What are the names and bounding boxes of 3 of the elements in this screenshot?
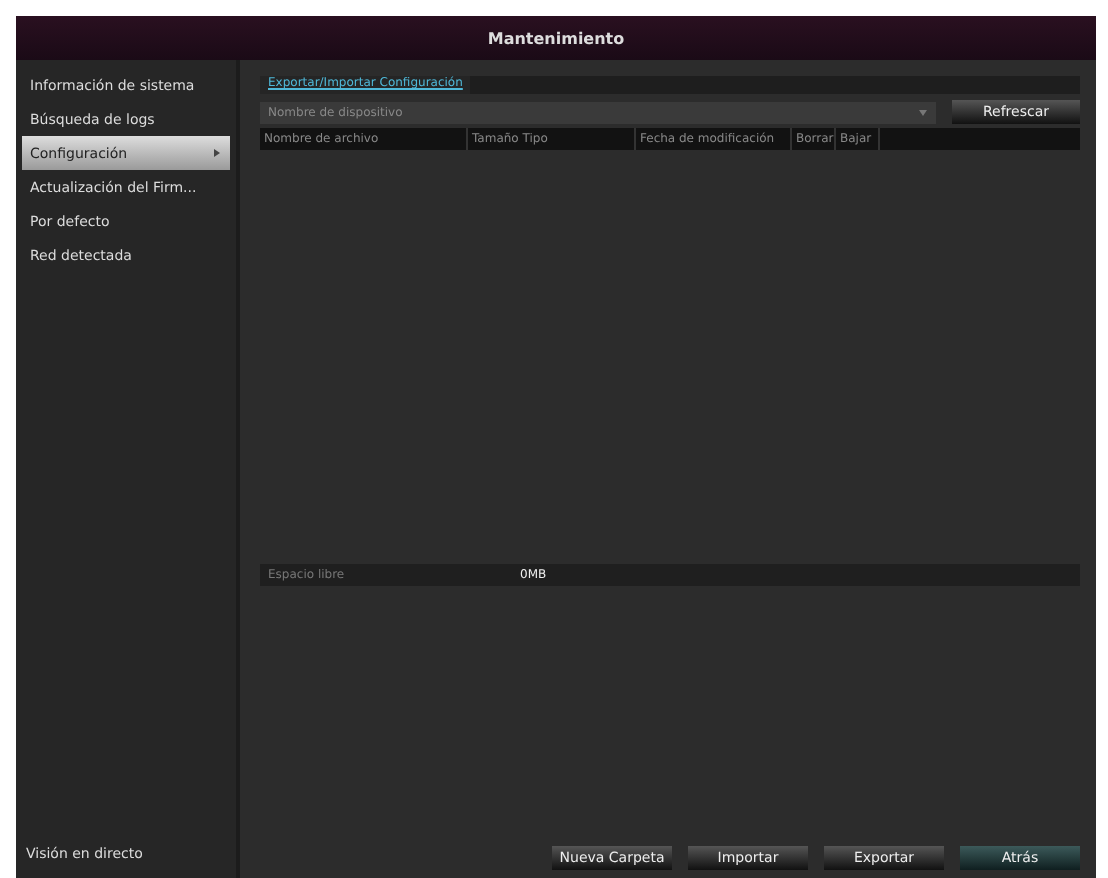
caret-icon [212, 148, 222, 158]
caret-icon [918, 107, 928, 117]
window-title: Mantenimiento [16, 16, 1096, 60]
